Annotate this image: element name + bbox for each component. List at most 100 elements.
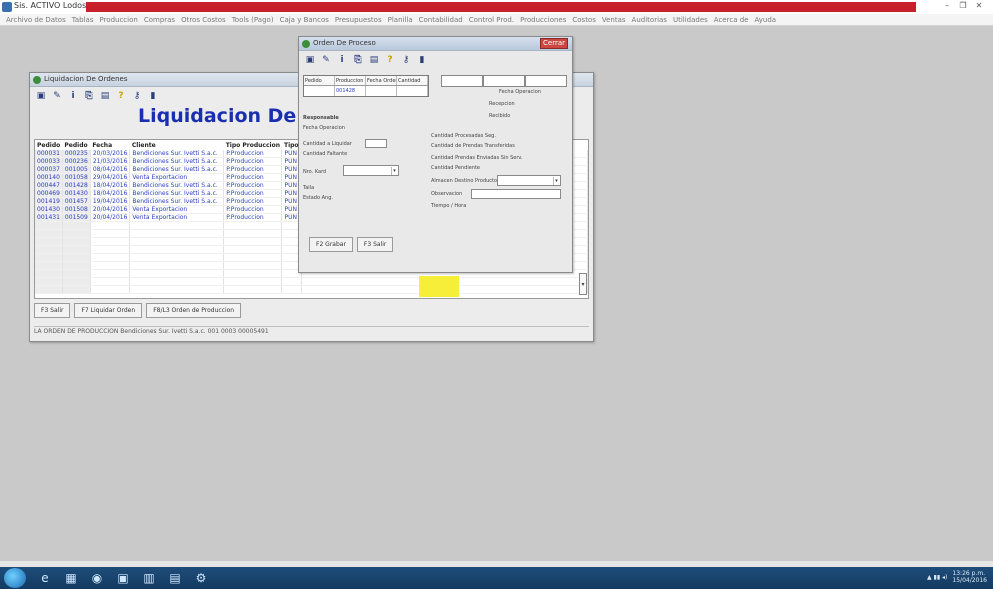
menu-item[interactable]: Utilidades: [673, 14, 708, 25]
help-icon[interactable]: ?: [385, 55, 395, 65]
table-cell[interactable]: P.Produccion: [223, 213, 283, 222]
column-header[interactable]: Pedido: [62, 140, 90, 150]
menu-item[interactable]: Planilla: [388, 14, 413, 25]
menu-item[interactable]: Contabilidad: [419, 14, 463, 25]
table-cell[interactable]: 18/04/2016: [90, 181, 131, 190]
menu-item[interactable]: Tools (Pago): [232, 14, 274, 25]
menu-item[interactable]: Compras: [144, 14, 175, 25]
save-icon[interactable]: ▣: [305, 55, 315, 65]
table-cell[interactable]: 20/03/2016: [90, 150, 131, 158]
table-row-empty[interactable]: [35, 277, 588, 286]
clock[interactable]: 13:26 p.m. 15/04/2016: [952, 570, 987, 584]
production-order-button[interactable]: F8/L3 Orden de Produccion: [146, 303, 242, 318]
header-box[interactable]: [441, 75, 483, 87]
exit-button[interactable]: F3 Salir: [34, 303, 71, 318]
menu-item[interactable]: Producciones: [520, 14, 566, 25]
table-cell[interactable]: 001005: [62, 165, 91, 174]
table-cell[interactable]: P.Produccion: [223, 157, 283, 166]
table-cell[interactable]: 20/04/2016: [90, 205, 131, 214]
key-icon[interactable]: ⚷: [132, 91, 142, 101]
highlighted-cell[interactable]: [419, 276, 459, 297]
menu-item[interactable]: Presupuestos: [335, 14, 382, 25]
nro-kard-dropdown[interactable]: ▾: [343, 165, 399, 176]
menu-item[interactable]: Caja y Bancos: [280, 14, 329, 25]
table-cell[interactable]: P.Produccion: [223, 189, 283, 198]
copy-icon[interactable]: ⎘: [353, 55, 363, 65]
minimize-icon[interactable]: –: [941, 1, 953, 11]
table-cell[interactable]: 001431: [35, 213, 63, 222]
table-cell[interactable]: P.Produccion: [223, 150, 283, 158]
header-box[interactable]: [483, 75, 525, 87]
table-cell[interactable]: Bendiciones Sur. Ivetti S.a.c.: [129, 157, 225, 166]
table-cell[interactable]: 000031: [35, 150, 63, 158]
header-box[interactable]: [525, 75, 567, 87]
table-cell[interactable]: Bendiciones Sur. Ivetti S.a.c.: [129, 189, 225, 198]
ie-browser-icon[interactable]: e: [34, 570, 56, 586]
calc-icon[interactable]: ▤: [164, 570, 186, 586]
dialog-close-button[interactable]: Cerrar: [540, 38, 568, 49]
table-cell[interactable]: 001457: [62, 197, 91, 206]
table-cell[interactable]: 001058: [62, 173, 91, 182]
header-cell[interactable]: [397, 86, 428, 96]
settings-icon[interactable]: ⚙: [190, 570, 212, 586]
restore-icon[interactable]: ❐: [957, 1, 969, 11]
print-icon[interactable]: ▤: [369, 55, 379, 65]
column-header[interactable]: Tipo Produccion: [224, 140, 282, 150]
table-cell[interactable]: 001430: [35, 205, 63, 214]
table-cell[interactable]: 000236: [62, 157, 91, 166]
menu-item[interactable]: Acerca de: [714, 14, 749, 25]
start-button[interactable]: [4, 568, 26, 588]
close-icon[interactable]: ✕: [973, 1, 985, 11]
menu-item[interactable]: Costos: [572, 14, 596, 25]
table-cell[interactable]: 001509: [62, 213, 91, 222]
table-cell[interactable]: P.Produccion: [223, 165, 283, 174]
table-cell[interactable]: P.Produccion: [223, 205, 283, 214]
edit-icon[interactable]: ✎: [52, 91, 62, 101]
table-cell[interactable]: Venta Exportacion: [129, 213, 225, 222]
table-cell[interactable]: 001419: [35, 197, 63, 206]
table-cell[interactable]: P.Produccion: [223, 197, 283, 206]
table-cell[interactable]: 000447: [35, 181, 63, 190]
menu-item[interactable]: Tablas: [72, 14, 94, 25]
column-header[interactable]: Pedido: [35, 140, 62, 150]
table-cell[interactable]: Bendiciones Sur. Ivetti S.a.c.: [129, 197, 225, 206]
table-cell[interactable]: P.Produccion: [223, 173, 283, 182]
column-header[interactable]: Fecha: [90, 140, 130, 150]
table-cell[interactable]: Bendiciones Sur. Ivetti S.a.c.: [129, 181, 225, 190]
media-icon[interactable]: ◉: [86, 570, 108, 586]
exit-door-icon[interactable]: ▮: [417, 55, 427, 65]
header-cell[interactable]: [366, 86, 397, 96]
dialog-titlebar[interactable]: Orden De Proceso Cerrar: [299, 37, 572, 51]
menu-item[interactable]: Control Prod.: [469, 14, 514, 25]
table-cell[interactable]: 001508: [62, 205, 91, 214]
table-cell[interactable]: Venta Exportacion: [129, 173, 225, 182]
menu-item[interactable]: Ventas: [602, 14, 626, 25]
menu-item[interactable]: Otros Costos: [181, 14, 226, 25]
table-cell[interactable]: 001428: [62, 181, 91, 190]
table-cell[interactable]: 29/04/2016: [90, 173, 131, 182]
table-cell[interactable]: 001430: [62, 189, 91, 198]
cantidad-liquidar-input[interactable]: [365, 139, 387, 148]
key-icon[interactable]: ⚷: [401, 55, 411, 65]
menu-item[interactable]: Auditorias: [632, 14, 667, 25]
network-status-icon[interactable]: ▲ ▮▮ ◂): [927, 574, 947, 581]
header-cell[interactable]: 001428: [335, 86, 366, 96]
help-icon[interactable]: ?: [116, 91, 126, 101]
table-cell[interactable]: 000469: [35, 189, 63, 198]
table-row-empty[interactable]: [35, 285, 588, 294]
copy-icon[interactable]: ⎘: [84, 91, 94, 101]
table-cell[interactable]: 21/03/2016: [90, 157, 131, 166]
info-icon[interactable]: i: [68, 91, 78, 101]
app-window-icon[interactable]: ▣: [112, 570, 134, 586]
menu-item[interactable]: Produccion: [99, 14, 137, 25]
menu-item[interactable]: Archivo de Datos: [6, 14, 66, 25]
table-cell[interactable]: P.Produccion: [223, 181, 283, 190]
exit-button[interactable]: F3 Salir: [356, 237, 394, 252]
edit-icon[interactable]: ✎: [321, 55, 331, 65]
table-cell[interactable]: 000037: [35, 165, 63, 174]
table-cell[interactable]: Venta Exportacion: [129, 205, 225, 214]
table-cell[interactable]: 000033: [35, 157, 63, 166]
liquidate-order-button[interactable]: F7 Liquidar Orden: [74, 303, 143, 318]
table-cell[interactable]: Bendiciones Sur. Ivetti S.a.c.: [129, 165, 225, 174]
vertical-scrollbar[interactable]: ▾: [579, 273, 587, 295]
